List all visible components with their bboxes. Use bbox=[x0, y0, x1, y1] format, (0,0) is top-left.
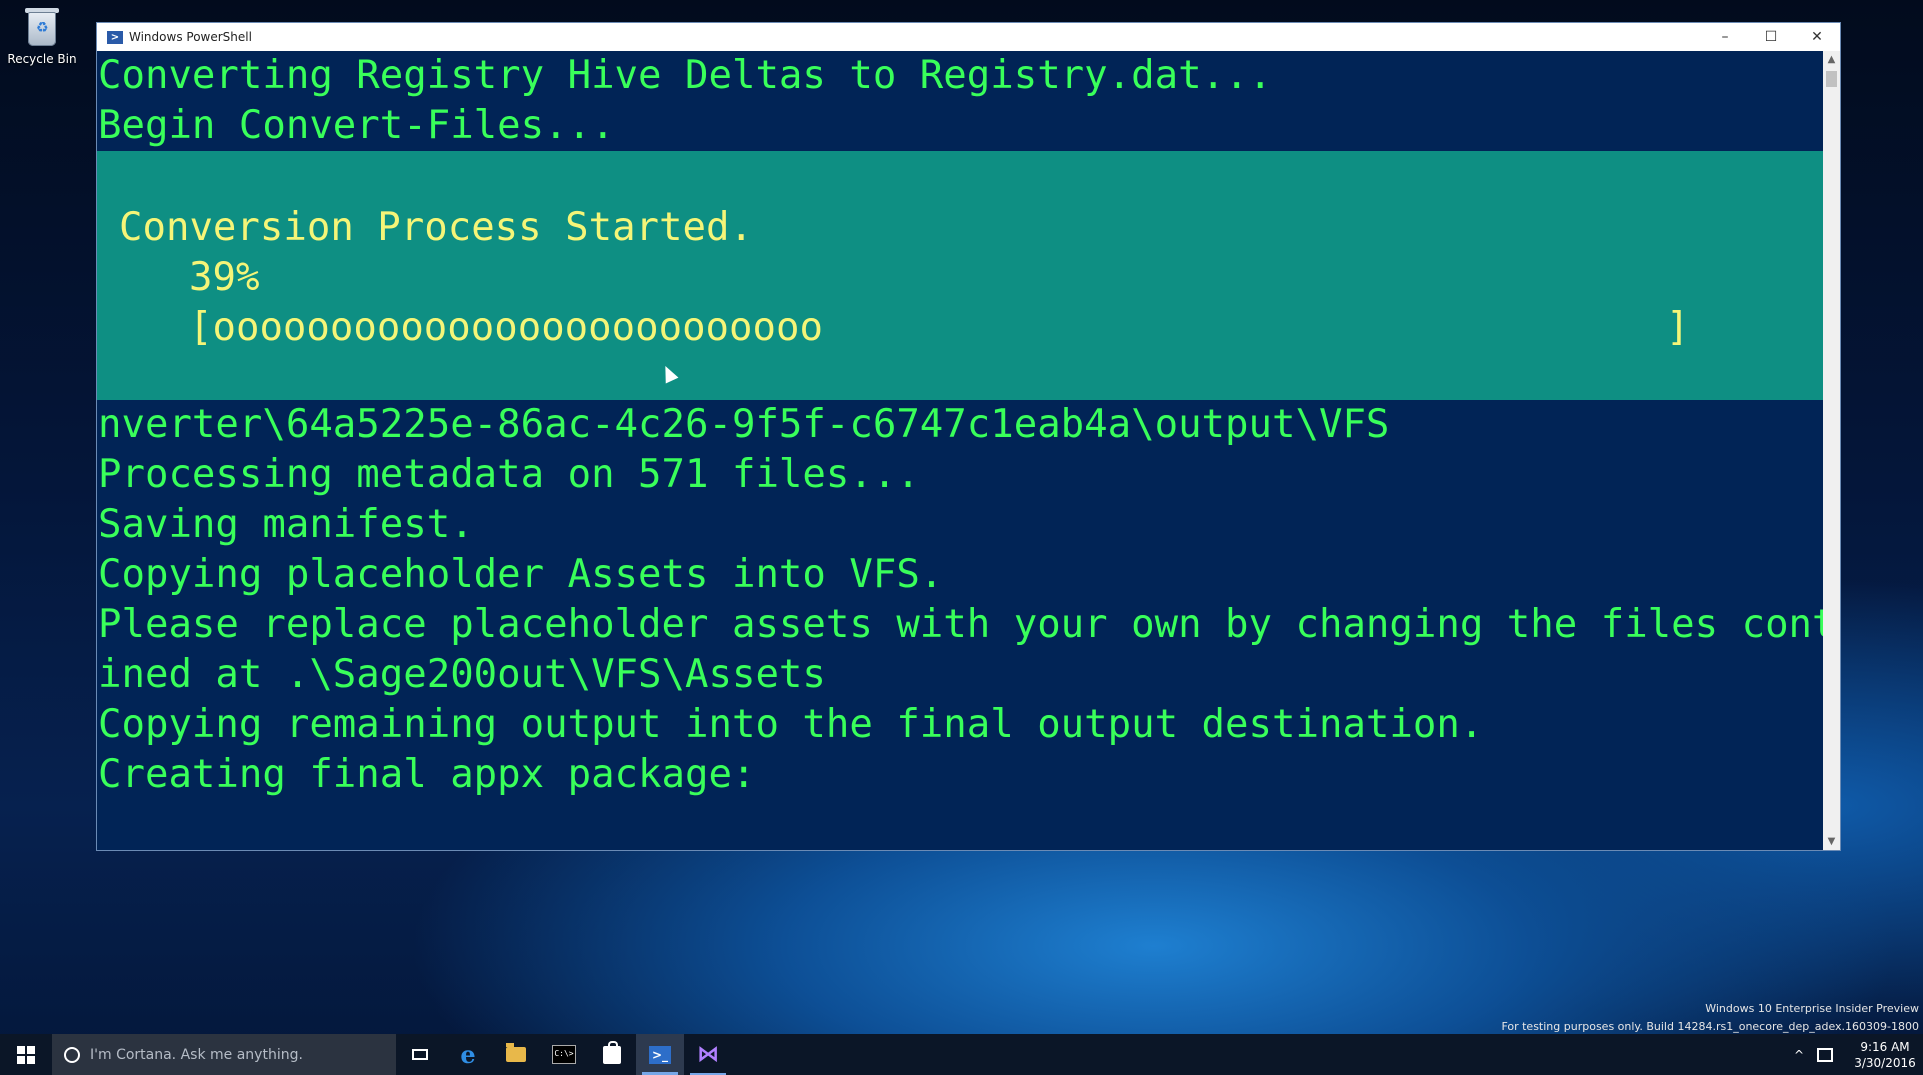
visual-studio-button[interactable]: ⋈ bbox=[684, 1034, 732, 1075]
windows-logo-icon bbox=[17, 1045, 35, 1064]
progress-block: Conversion Process Started. 39% [ooooooo… bbox=[97, 151, 1824, 400]
cortana-search-box[interactable]: I'm Cortana. Ask me anything. bbox=[52, 1034, 396, 1075]
clock-date: 3/30/2016 bbox=[1854, 1055, 1916, 1070]
console-line: Creating final appx package: bbox=[98, 752, 756, 797]
powershell-window: > Windows PowerShell – ☐ ✕ Converting Re… bbox=[96, 22, 1841, 851]
clock[interactable]: 9:16 AM 3/30/2016 bbox=[1847, 1039, 1923, 1071]
search-placeholder: I'm Cortana. Ask me anything. bbox=[90, 1046, 303, 1063]
recycle-bin-icon: ♻ bbox=[22, 4, 62, 48]
watermark-edition: Windows 10 Enterprise Insider Preview bbox=[1705, 1002, 1919, 1015]
scroll-thumb[interactable] bbox=[1826, 71, 1837, 87]
console-line: Begin Convert-Files... bbox=[98, 103, 615, 148]
edge-icon: e bbox=[460, 1040, 476, 1069]
console-top-lines: Converting Registry Hive Deltas to Regis… bbox=[97, 51, 1824, 151]
title-bar[interactable]: > Windows PowerShell – ☐ ✕ bbox=[97, 23, 1840, 51]
console-line: Saving manifest. bbox=[98, 502, 474, 547]
store-icon bbox=[603, 1040, 621, 1064]
store-button[interactable] bbox=[588, 1034, 636, 1075]
progress-bar: [oooooooooooooooooooooooooo bbox=[189, 305, 823, 350]
command-prompt-button[interactable]: C:\> bbox=[540, 1034, 588, 1075]
file-explorer-button[interactable] bbox=[492, 1034, 540, 1075]
console-output[interactable]: Converting Registry Hive Deltas to Regis… bbox=[97, 51, 1824, 850]
close-button[interactable]: ✕ bbox=[1794, 23, 1840, 51]
console-line: Copying remaining output into the final … bbox=[98, 702, 1484, 747]
cortana-icon bbox=[64, 1046, 80, 1063]
recycle-bin-label: Recycle Bin bbox=[7, 52, 77, 66]
recycle-bin-desktop-icon[interactable]: ♻ Recycle Bin bbox=[6, 4, 78, 66]
action-center-icon[interactable] bbox=[1817, 1047, 1833, 1062]
minimize-button[interactable]: – bbox=[1702, 23, 1748, 51]
task-view-icon bbox=[412, 1049, 428, 1060]
command-prompt-icon: C:\> bbox=[552, 1045, 576, 1064]
console-line: Please replace placeholder assets with y… bbox=[98, 602, 1824, 647]
console-bottom-lines: nverter\64a5225e-86ac-4c26-9f5f-c6747c1e… bbox=[97, 400, 1824, 800]
clock-time: 9:16 AM bbox=[1860, 1039, 1910, 1054]
task-view-button[interactable] bbox=[396, 1034, 444, 1075]
scroll-down-arrow-icon[interactable]: ▼ bbox=[1823, 833, 1840, 850]
visual-studio-icon: ⋈ bbox=[697, 1042, 719, 1067]
console-line: nverter\64a5225e-86ac-4c26-9f5f-c6747c1e… bbox=[98, 402, 1390, 447]
progress-title: Conversion Process Started. bbox=[119, 205, 753, 250]
system-tray: ^ 9:16 AM 3/30/2016 bbox=[1787, 1034, 1923, 1075]
console-line: ined at .\Sage200out\VFS\Assets bbox=[98, 652, 826, 697]
progress-percent: 39% bbox=[189, 255, 260, 300]
vertical-scrollbar[interactable]: ▲ ▼ bbox=[1823, 51, 1840, 850]
console-line: Processing metadata on 571 files... bbox=[98, 452, 920, 497]
progress-bar-end: ] bbox=[1666, 305, 1690, 350]
build-watermark: Windows 10 Enterprise Insider Preview Fo… bbox=[1501, 1000, 1919, 1036]
console-line: Copying placeholder Assets into VFS. bbox=[98, 552, 944, 597]
powershell-taskbar-button[interactable]: >_ bbox=[636, 1034, 684, 1075]
file-explorer-icon bbox=[506, 1043, 526, 1062]
scroll-up-arrow-icon[interactable]: ▲ bbox=[1823, 51, 1840, 68]
console-line: Converting Registry Hive Deltas to Regis… bbox=[98, 53, 1272, 98]
powershell-icon: >_ bbox=[649, 1045, 671, 1064]
maximize-button[interactable]: ☐ bbox=[1748, 23, 1794, 51]
window-title: Windows PowerShell bbox=[129, 30, 252, 44]
edge-button[interactable]: e bbox=[444, 1034, 492, 1075]
powershell-title-icon: > bbox=[107, 30, 123, 44]
start-button[interactable] bbox=[0, 1034, 52, 1075]
show-hidden-icons-chevron-icon[interactable]: ^ bbox=[1787, 1048, 1811, 1062]
taskbar: I'm Cortana. Ask me anything. e C:\> >_ … bbox=[0, 1034, 1923, 1075]
